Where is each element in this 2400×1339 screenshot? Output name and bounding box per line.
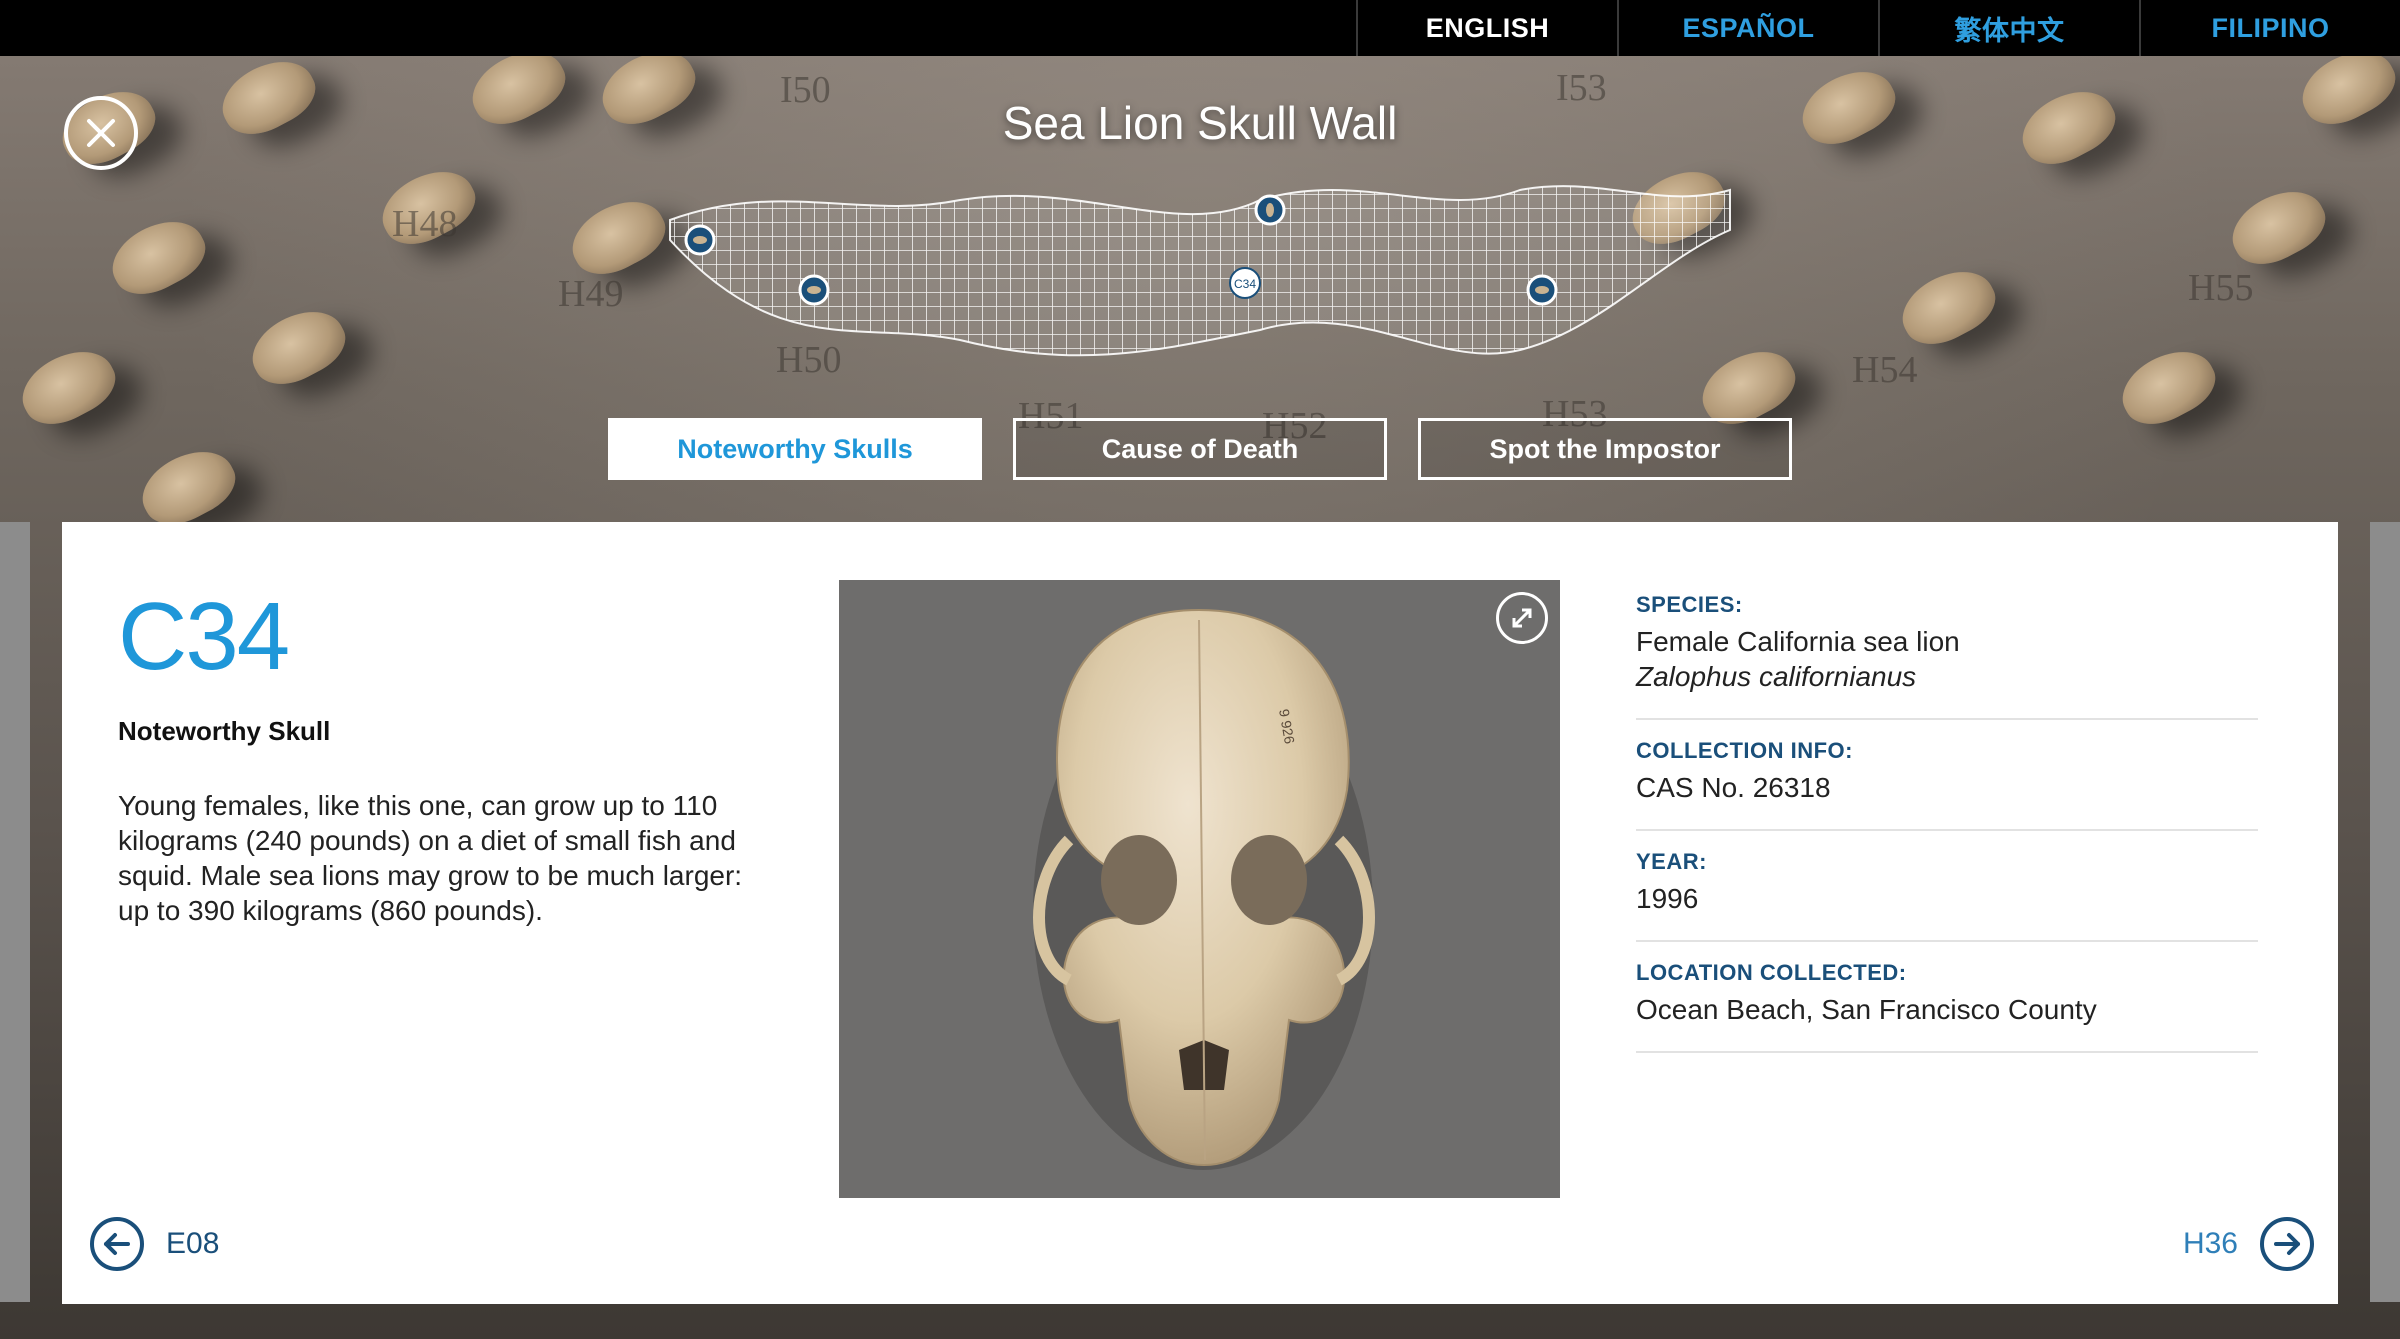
previous-skull-label: E08 — [166, 1227, 220, 1260]
close-icon — [87, 119, 115, 147]
selected-skull-marker[interactable]: C34 — [1229, 267, 1261, 299]
wall-skull — [241, 297, 355, 397]
lang-espanol[interactable]: ESPAÑOL — [1617, 0, 1878, 56]
wall-skull — [461, 56, 575, 137]
next-skull-button[interactable]: H36 — [2183, 1216, 2314, 1272]
wall-tag: I53 — [1556, 67, 1607, 109]
expand-icon — [1512, 608, 1532, 628]
next-skull-label: H36 — [2182, 1227, 2238, 1260]
wall-tag: H48 — [392, 203, 458, 245]
tab-spot-the-impostor[interactable]: Spot the Impostor — [1418, 418, 1792, 480]
wall-skull — [591, 56, 705, 137]
skull-marker-icon[interactable] — [1526, 274, 1558, 306]
location-value: Ocean Beach, San Francisco County — [1636, 994, 2097, 1025]
collection-label: COLLECTION INFO: — [1636, 738, 1853, 763]
sea-lion-skull-photo: 9 926 — [1033, 608, 1375, 1170]
skull-description: Young females, like this one, can grow u… — [118, 790, 743, 926]
skull-marker-icon[interactable] — [1254, 194, 1286, 226]
wall-skull — [11, 337, 125, 437]
previous-skull-button[interactable]: E08 — [90, 1216, 219, 1272]
language-bar: ENGLISH ESPAÑOL 繁体中文 FILIPINO — [0, 0, 2400, 56]
close-button[interactable] — [64, 96, 138, 170]
wall-tag: I50 — [780, 69, 831, 111]
page-title: Sea Lion Skull Wall — [1002, 97, 1398, 149]
skull-marker-icon[interactable] — [684, 224, 716, 256]
next-card-edge — [2370, 522, 2400, 1302]
wall-skull — [101, 207, 215, 307]
wall-tag: H49 — [558, 273, 624, 315]
arrow-right-icon — [2260, 1217, 2314, 1271]
expand-image-button[interactable] — [1496, 592, 1548, 644]
wall-skull — [211, 56, 325, 147]
arrow-left-icon — [90, 1217, 144, 1271]
wall-skull — [2291, 56, 2400, 137]
info-year: YEAR: 1996 — [1636, 831, 2258, 942]
info-collection: COLLECTION INFO: CAS No. 26318 — [1636, 720, 2258, 831]
location-label: LOCATION COLLECTED: — [1636, 960, 1907, 985]
wall-skull — [2221, 177, 2335, 277]
skull-category: Noteworthy Skull — [118, 716, 331, 746]
tab-noteworthy-skulls[interactable]: Noteworthy Skulls — [608, 418, 982, 480]
wall-tag: H55 — [2188, 267, 2254, 309]
info-species: SPECIES: Female California sea lion Zalo… — [1636, 582, 2258, 720]
species-label: SPECIES: — [1636, 592, 1743, 617]
skull-detail-card: C34 Noteworthy Skull Young females, like… — [62, 522, 2338, 1304]
skull-wall-map[interactable]: C34 — [660, 180, 1740, 380]
skull-photo[interactable]: 9 926 — [839, 580, 1560, 1198]
lang-english[interactable]: ENGLISH — [1356, 0, 1617, 56]
wall-skull — [1791, 57, 1905, 157]
year-label: YEAR: — [1636, 849, 1707, 874]
skull-marker-icon[interactable] — [798, 274, 830, 306]
skull-id: C34 — [118, 583, 290, 690]
lang-filipino[interactable]: FILIPINO — [2139, 0, 2400, 56]
wall-skull — [2011, 77, 2125, 177]
lang-chinese[interactable]: 繁体中文 — [1878, 0, 2139, 56]
species-common-name: Female California sea lion — [1636, 626, 1960, 657]
wall-skull — [2111, 337, 2225, 437]
specimen-info: SPECIES: Female California sea lion Zalo… — [1636, 582, 2258, 1053]
wall-tag: H54 — [1852, 349, 1918, 391]
year-value: 1996 — [1636, 883, 1699, 914]
previous-card-edge — [0, 522, 30, 1302]
selected-skull-label: C34 — [1234, 277, 1256, 291]
collection-value: CAS No. 26318 — [1636, 772, 1831, 803]
wall-skull — [1891, 257, 2005, 357]
info-location: LOCATION COLLECTED: Ocean Beach, San Fra… — [1636, 942, 2258, 1053]
tab-cause-of-death[interactable]: Cause of Death — [1013, 418, 1387, 480]
species-latin-name: Zalophus californianus — [1636, 661, 1917, 692]
